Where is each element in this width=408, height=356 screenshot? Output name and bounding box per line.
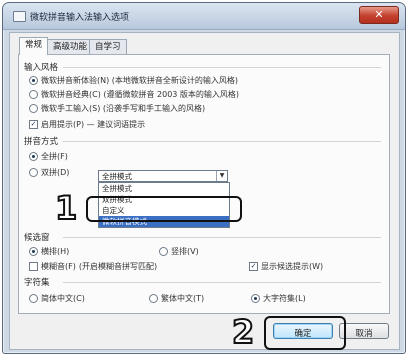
section-divider [63, 237, 381, 238]
simplified-radio[interactable]: 简体中文(C) [29, 293, 85, 304]
vertical-radio[interactable]: 竖排(V) [159, 246, 199, 257]
radio-icon [29, 104, 38, 113]
style-option-new[interactable]: 微软拼音新体验(N) (本地微软拼音全新设计的输入风格) [29, 75, 238, 86]
checkbox-icon [29, 262, 38, 271]
step1-number: 1 [54, 189, 78, 227]
shuangpin-radio[interactable]: 双拼(D) [29, 167, 69, 178]
full-pinyin-radio[interactable]: 全拼(F) [29, 151, 68, 162]
traditional-radio[interactable]: 繁体中文(T) [149, 293, 204, 304]
show-hint-checkbox[interactable]: ✓ 显示候选提示(W) [249, 261, 323, 272]
step1-highlight [86, 196, 242, 222]
candidate-header: 候选窗 [24, 233, 50, 243]
cancel-button[interactable]: 取消 [339, 323, 389, 339]
horizontal-radio[interactable]: 横排(H) [29, 246, 69, 257]
radio-icon [29, 90, 38, 99]
chevron-down-icon: ▼ [216, 171, 227, 181]
close-button[interactable]: ✕ [359, 6, 399, 24]
radio-icon [159, 247, 168, 256]
radio-icon [29, 168, 38, 177]
dropdown-option[interactable]: 全拼模式 [99, 183, 229, 194]
radio-icon [149, 294, 158, 303]
style-option-classic[interactable]: 微软拼音经典(C) (遵循微软拼音 2003 版本的输入风格) [29, 89, 239, 100]
checkmark-icon: ✓ [29, 120, 38, 129]
radio-icon [29, 76, 38, 85]
radio-icon [29, 294, 38, 303]
section-divider [63, 67, 381, 68]
prompt-checkbox[interactable]: ✓ 启用提示(P) — 建议词语提示 [29, 119, 145, 130]
charset-header: 字符集 [24, 278, 50, 288]
section-divider [63, 282, 381, 283]
window-title: 微软拼音输入法输入选项 [30, 13, 130, 23]
title-bar: 微软拼音输入法输入选项 ✕ [3, 3, 405, 30]
large-charset-radio[interactable]: 大字符集(L) [251, 293, 306, 304]
tab-advanced[interactable]: 高级功能 [47, 39, 94, 54]
step2-number: 2 [231, 313, 255, 351]
checkmark-icon: ✓ [249, 262, 258, 271]
app-icon [13, 11, 26, 22]
radio-icon [29, 152, 38, 161]
input-style-header: 输入风格 [24, 63, 59, 73]
radio-icon [251, 294, 260, 303]
pinyin-method-header: 拼音方式 [24, 137, 59, 147]
step2-highlight [264, 316, 346, 350]
pinyin-mode-select[interactable]: 全拼模式 ▼ [98, 170, 228, 182]
tab-general[interactable]: 常规 [19, 37, 49, 55]
style-option-manual[interactable]: 微软手工输入(S) (沿袭手写和手工输入的风格) [29, 103, 205, 114]
section-divider [63, 141, 381, 142]
fuzzy-checkbox[interactable]: 模糊音(F) (开启模糊音拼写匹配) [29, 261, 157, 272]
tab-self-learning[interactable]: 自学习 [89, 39, 127, 54]
radio-icon [29, 247, 38, 256]
